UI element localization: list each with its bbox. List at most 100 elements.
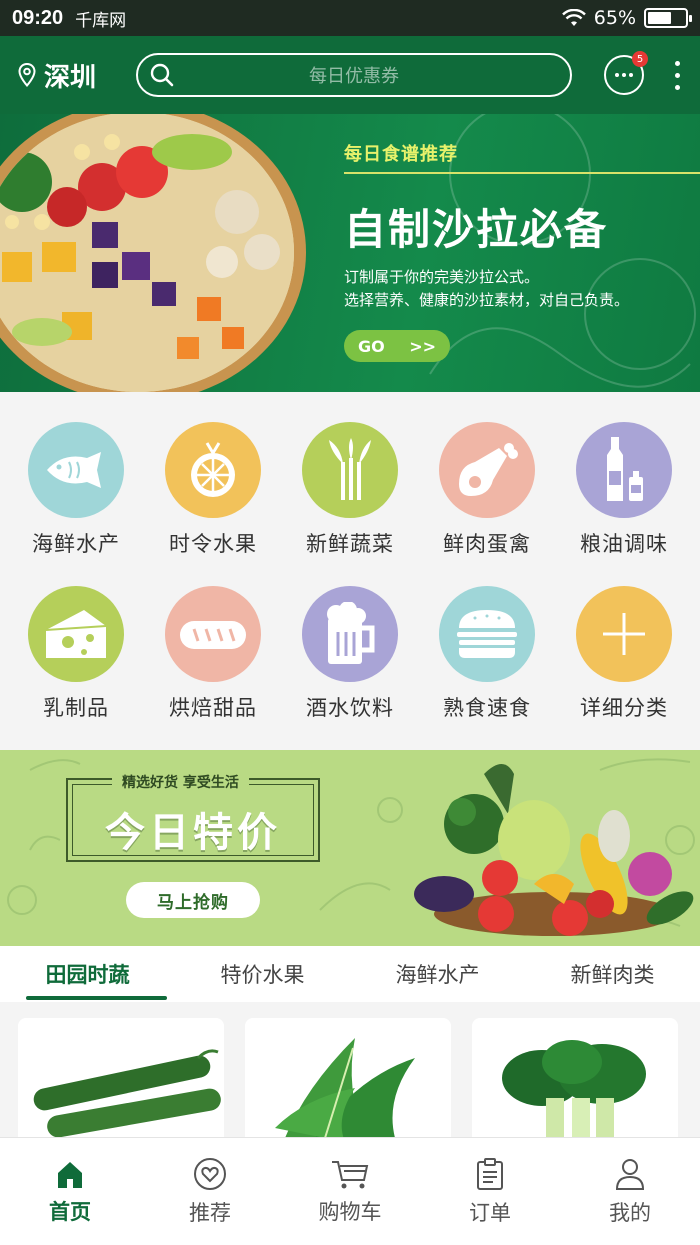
ham-icon xyxy=(439,422,535,518)
location-pin-icon xyxy=(18,63,36,87)
category-more[interactable]: 详细分类 xyxy=(556,586,692,722)
hero-divider xyxy=(344,172,700,174)
status-right: 65% xyxy=(561,7,692,29)
message-dot xyxy=(629,73,633,77)
tab-fruit-sale[interactable]: 特价水果 xyxy=(175,946,350,1002)
status-time: 09:20 xyxy=(12,6,64,29)
category-seafood[interactable]: 海鲜水产 xyxy=(8,422,144,558)
plus-icon xyxy=(576,586,672,682)
heart-icon xyxy=(194,1157,226,1190)
user-icon xyxy=(615,1158,645,1190)
more-dot xyxy=(674,60,680,66)
nav-cart[interactable]: 购物车 xyxy=(280,1138,420,1245)
status-carrier: 千库网 xyxy=(75,10,127,31)
hero-go-button[interactable]: GO >> xyxy=(344,330,450,362)
category-dairy[interactable]: 乳制品 xyxy=(8,586,144,722)
more-dot xyxy=(674,84,680,90)
vegetable-basket-image xyxy=(414,764,694,936)
salad-bowl-image xyxy=(0,114,306,392)
category-vegetable[interactable]: 新鲜蔬菜 xyxy=(282,422,418,558)
category-label: 酒水饮料 xyxy=(306,696,394,720)
lettuce-image xyxy=(275,1038,415,1142)
city-name: 深圳 xyxy=(44,62,97,93)
nav-profile[interactable]: 我的 xyxy=(560,1138,700,1245)
product-tabs: 田园时蔬 特价水果 海鲜水产 新鲜肉类 xyxy=(0,946,700,1002)
category-label: 新鲜蔬菜 xyxy=(306,532,394,556)
hero-title: 自制沙拉必备 xyxy=(344,205,609,254)
category-fastfood[interactable]: 熟食速食 xyxy=(419,586,555,722)
product-card-cucumber[interactable] xyxy=(18,1018,224,1148)
nav-home[interactable]: 首页 xyxy=(0,1138,140,1245)
tab-meat[interactable]: 新鲜肉类 xyxy=(525,946,700,1002)
category-label: 乳制品 xyxy=(43,696,109,720)
top-header: 深圳 每日优惠券 5 xyxy=(0,36,700,114)
promo-tag: 精选好货 享受生活 xyxy=(112,772,249,792)
bok-choy-image xyxy=(502,1040,646,1148)
category-label: 熟食速食 xyxy=(443,696,531,720)
orange-icon xyxy=(165,422,261,518)
city-selector[interactable]: 深圳 xyxy=(18,57,128,94)
promo-banner[interactable]: 精选好货 享受生活 今日特价 马上抢购 xyxy=(0,750,700,946)
category-label: 粮油调味 xyxy=(580,532,668,556)
cheese-icon xyxy=(28,586,124,682)
message-dot xyxy=(622,73,626,77)
promo-title: 今日特价 xyxy=(105,810,281,856)
more-dot xyxy=(674,72,680,78)
promo-buy-button[interactable]: 马上抢购 xyxy=(126,882,260,918)
nav-recommend[interactable]: 推荐 xyxy=(140,1138,280,1245)
burger-icon xyxy=(439,586,535,682)
hero-banner[interactable]: 每日食谱推荐 自制沙拉必备 订制属于你的完美沙拉公式。 选择营养、健康的沙拉素材… xyxy=(0,114,700,392)
go-label: GO xyxy=(358,336,385,356)
tab-seafood[interactable]: 海鲜水产 xyxy=(350,946,525,1002)
bottom-navigation: 首页 推荐 购物车 订单 我的 xyxy=(0,1137,700,1245)
home-icon xyxy=(58,1161,82,1188)
search-placeholder: 每日优惠券 xyxy=(309,66,399,87)
hero-desc-line2: 选择营养、健康的沙拉素材，对自己负责。 xyxy=(344,291,630,309)
battery-percent: 65% xyxy=(593,7,636,29)
message-button[interactable]: 5 xyxy=(604,51,648,95)
message-dot xyxy=(615,73,619,77)
cucumber-image xyxy=(33,1049,221,1138)
bread-icon xyxy=(165,586,261,682)
category-grid: 海鲜水产 时令水果 新鲜蔬菜 鲜肉蛋禽 粮油调味 乳制品 烘焙甜品 酒水饮料 熟… xyxy=(0,392,700,750)
wifi-icon xyxy=(561,9,586,26)
product-card-bok-choy[interactable] xyxy=(472,1018,678,1148)
clipboard-icon xyxy=(477,1157,503,1190)
nav-cart-label: 购物车 xyxy=(318,1199,382,1224)
tab-vegetables[interactable]: 田园时蔬 xyxy=(0,946,175,1002)
product-card-lettuce[interactable] xyxy=(245,1018,451,1148)
hero-description: 订制属于你的完美沙拉公式。 选择营养、健康的沙拉素材，对自己负责。 xyxy=(344,266,629,312)
category-grain-oil[interactable]: 粮油调味 xyxy=(556,422,692,558)
category-label: 鲜肉蛋禽 xyxy=(443,532,531,556)
category-label: 详细分类 xyxy=(580,696,668,720)
nav-profile-label: 我的 xyxy=(609,1200,651,1225)
salad-contents xyxy=(0,114,294,392)
more-menu-button[interactable] xyxy=(672,60,682,90)
category-meat[interactable]: 鲜肉蛋禽 xyxy=(419,422,555,558)
fish-icon xyxy=(28,422,124,518)
go-arrow: >> xyxy=(409,336,436,356)
product-list xyxy=(0,1002,700,1148)
hero-desc-line1: 订制属于你的完美沙拉公式。 xyxy=(344,268,540,286)
category-label: 海鲜水产 xyxy=(32,532,120,556)
search-input[interactable]: 每日优惠券 xyxy=(136,53,572,97)
status-bar: 09:20 千库网 65% xyxy=(0,0,700,36)
message-badge: 5 xyxy=(632,51,648,67)
category-drinks[interactable]: 酒水饮料 xyxy=(282,586,418,722)
nav-orders-label: 订单 xyxy=(469,1200,511,1225)
battery-icon xyxy=(644,8,692,28)
category-bakery[interactable]: 烘焙甜品 xyxy=(145,586,281,722)
category-fruit[interactable]: 时令水果 xyxy=(145,422,281,558)
cart-icon xyxy=(332,1160,369,1188)
hero-kicker: 每日食谱推荐 xyxy=(344,144,458,165)
nav-recommend-label: 推荐 xyxy=(189,1200,231,1225)
nav-orders[interactable]: 订单 xyxy=(420,1138,560,1245)
category-label: 时令水果 xyxy=(169,532,257,556)
beer-icon xyxy=(302,586,398,682)
battery-fill xyxy=(648,12,672,24)
nav-home-label: 首页 xyxy=(49,1199,91,1224)
search-icon xyxy=(150,63,174,87)
category-label: 烘焙甜品 xyxy=(169,696,257,720)
vegetable-icon xyxy=(302,422,398,518)
bottle-icon xyxy=(576,422,672,518)
